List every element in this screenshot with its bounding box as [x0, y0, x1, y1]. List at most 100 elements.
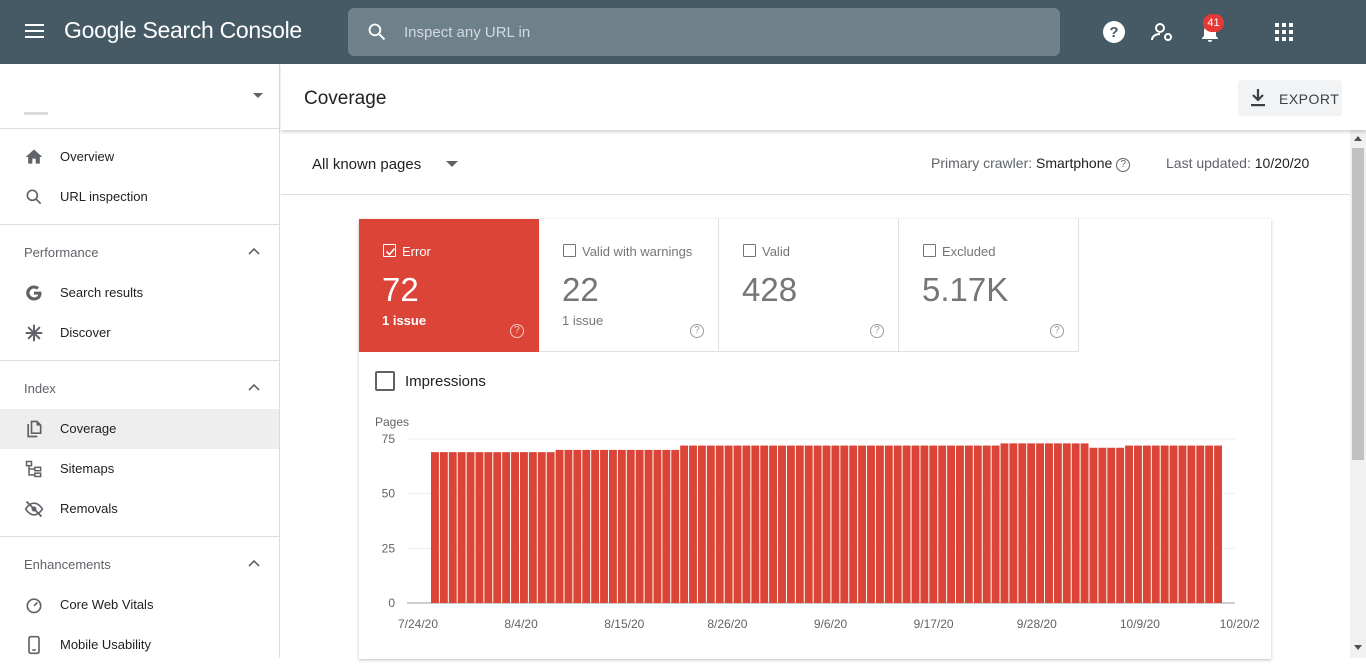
section-enhancements[interactable]: Enhancements [0, 540, 279, 590]
chart-bar[interactable] [1071, 443, 1080, 603]
sidebar-item-discover[interactable]: Discover [0, 313, 279, 353]
chart-bar[interactable] [831, 445, 840, 603]
chart-bar[interactable] [1107, 447, 1116, 603]
menu-icon[interactable] [22, 20, 48, 44]
app-brand[interactable]: Google Search Console [64, 17, 302, 44]
search-bar[interactable] [348, 8, 1060, 56]
help-circle-icon[interactable]: ? [690, 324, 704, 338]
chart-bar[interactable] [608, 449, 617, 603]
chart-bar[interactable] [858, 445, 867, 603]
chart-bar[interactable] [1151, 445, 1160, 603]
sidebar-item-mobile-usability[interactable]: Mobile Usability [0, 625, 279, 665]
chart-bar[interactable] [635, 449, 644, 603]
chart-bar[interactable] [813, 445, 822, 603]
chart-bar[interactable] [448, 452, 457, 603]
chart-bar[interactable] [884, 445, 893, 603]
chart-bar[interactable] [1089, 447, 1098, 603]
chart-bar[interactable] [1027, 443, 1036, 603]
chart-bar[interactable] [849, 445, 858, 603]
url-inspect-input[interactable] [404, 8, 1044, 56]
chart-bar[interactable] [1205, 445, 1214, 603]
chart-bar[interactable] [1178, 445, 1187, 603]
chart-bar[interactable] [1187, 445, 1196, 603]
tile-valid-with-warnings[interactable]: Valid with warnings 22 1 issue ? [539, 219, 719, 352]
chart-bar[interactable] [769, 445, 778, 603]
checkbox-icon[interactable] [743, 244, 756, 257]
chart-bar[interactable] [964, 445, 973, 603]
chart-bar[interactable] [528, 452, 537, 603]
chart-bar[interactable] [1009, 443, 1018, 603]
chart-bar[interactable] [689, 445, 697, 603]
chart-bar[interactable] [982, 445, 991, 603]
sidebar-item-overview[interactable]: Overview [0, 137, 279, 177]
tile-valid[interactable]: Valid 428 ? [719, 219, 899, 352]
scrollbar-thumb[interactable] [1352, 148, 1364, 460]
pages-filter-dropdown[interactable]: All known pages [312, 154, 462, 174]
chart-bar[interactable] [1000, 443, 1009, 603]
section-performance[interactable]: Performance [0, 228, 279, 278]
chart-bar[interactable] [1053, 443, 1062, 603]
help-circle-icon[interactable]: ? [510, 324, 524, 338]
help-circle-icon[interactable]: ? [1116, 158, 1131, 172]
help-icon[interactable]: ? [1102, 20, 1126, 44]
chart-bar[interactable] [1080, 443, 1089, 603]
export-button[interactable]: EXPORT [1238, 80, 1342, 116]
chart-bar[interactable] [778, 445, 786, 603]
chart-bar[interactable] [573, 449, 582, 603]
chart-bar[interactable] [457, 452, 466, 603]
chart-bar[interactable] [1160, 445, 1169, 603]
chart-bar[interactable] [555, 449, 564, 603]
chart-bar[interactable] [733, 445, 742, 603]
chart-bar[interactable] [591, 449, 600, 603]
chart-bar[interactable] [724, 445, 733, 603]
chart-bar[interactable] [600, 449, 608, 603]
chart-bar[interactable] [795, 445, 804, 603]
chart-bar[interactable] [564, 449, 573, 603]
chart-bar[interactable] [697, 445, 706, 603]
apps-grid-icon[interactable] [1272, 20, 1296, 44]
chart-bar[interactable] [973, 445, 982, 603]
chart-bar[interactable] [804, 445, 813, 603]
chart-bar[interactable] [1214, 445, 1222, 603]
checkbox-icon[interactable] [375, 371, 395, 391]
sidebar-item-sitemaps[interactable]: Sitemaps [0, 449, 279, 489]
chart-bar[interactable] [1196, 445, 1205, 603]
chart-bar[interactable] [1062, 443, 1071, 603]
chart-bar[interactable] [484, 452, 493, 603]
tile-excluded[interactable]: Excluded 5.17K ? [899, 219, 1079, 352]
tile-error[interactable]: Error 72 1 issue ? [359, 219, 539, 352]
sidebar-item-search-results[interactable]: Search results [0, 273, 279, 313]
checkbox-icon[interactable] [923, 244, 936, 257]
chart-bar[interactable] [671, 449, 680, 603]
chart-bar[interactable] [920, 445, 929, 603]
chart-bar[interactable] [822, 445, 831, 603]
manage-users-icon[interactable] [1150, 20, 1174, 44]
sidebar-item-core-web-vitals[interactable]: Core Web Vitals [0, 585, 279, 625]
scroll-down-arrow-icon[interactable] [1354, 645, 1362, 650]
chart-bar[interactable] [680, 445, 689, 603]
checkbox-icon[interactable] [563, 244, 576, 257]
chart-bar[interactable] [493, 452, 502, 603]
chart-bar[interactable] [502, 452, 511, 603]
help-circle-icon[interactable]: ? [870, 324, 884, 338]
chart-bar[interactable] [582, 449, 591, 603]
chart-bar[interactable] [715, 445, 724, 603]
chart-bar[interactable] [786, 445, 795, 603]
property-selector[interactable] [0, 64, 279, 129]
chart-bar[interactable] [439, 452, 448, 603]
chart-bar[interactable] [911, 445, 920, 603]
chart-bar[interactable] [991, 445, 1000, 603]
chart-bar[interactable] [751, 445, 760, 603]
chart-bar[interactable] [902, 445, 911, 603]
chart-bar[interactable] [1098, 447, 1107, 603]
chart-bar[interactable] [653, 449, 662, 603]
chart-bar[interactable] [662, 449, 671, 603]
sidebar-item-url-inspection[interactable]: URL inspection [0, 177, 279, 217]
chart-bar[interactable] [546, 452, 555, 603]
chart-bar[interactable] [840, 445, 849, 603]
chart-bar[interactable] [1036, 443, 1045, 603]
chart-bar[interactable] [466, 452, 475, 603]
chart-bar[interactable] [1116, 447, 1125, 603]
chart-bar[interactable] [875, 445, 884, 603]
chart-bar[interactable] [1045, 443, 1053, 603]
